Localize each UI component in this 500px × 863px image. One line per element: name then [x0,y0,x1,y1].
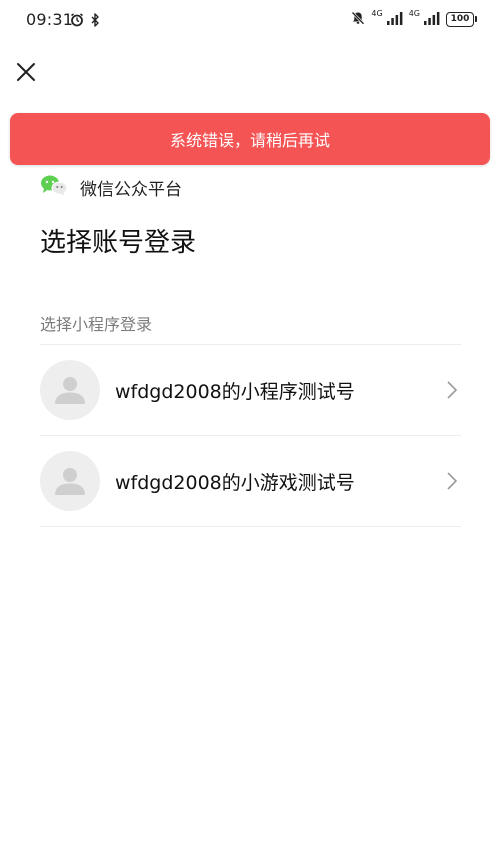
default-avatar-icon [55,377,85,404]
chevron-right-icon [445,380,459,400]
close-button[interactable] [12,58,40,86]
status-time: 09:31 [26,10,74,29]
account-item-miniprogram[interactable]: wfdgd2008的小程序测试号 [40,345,461,436]
mute-icon [351,10,365,29]
close-icon [17,63,35,81]
chevron-right-icon [445,471,459,491]
bluetooth-icon [90,12,100,31]
status-bar: 09:31 4G 4G 100 [0,0,500,40]
battery-level: 100 [450,14,470,24]
avatar [40,360,100,420]
account-name: wfdgd2008的小程序测试号 [115,380,355,403]
signal-icon [424,10,440,29]
avatar [40,451,100,511]
account-item-minigame[interactable]: wfdgd2008的小游戏测试号 [40,436,461,527]
error-toast: 系统错误，请稍后再试 [10,113,490,165]
page-title: 选择账号登录 [40,228,197,258]
network-label-1: 4G [371,9,383,18]
section-label: 选择小程序登录 [40,315,153,334]
signal-icon [386,10,403,29]
battery-icon: 100 [446,12,477,27]
platform-header: 微信公众平台 [40,174,182,201]
account-list: wfdgd2008的小程序测试号 wfdgd2008的小游戏测试号 [40,344,461,527]
wechat-icon [40,174,68,201]
platform-name: 微信公众平台 [80,180,182,200]
default-avatar-icon [55,468,85,495]
alarm-icon [70,12,84,31]
network-label-2: 4G [408,9,420,18]
account-name: wfdgd2008的小游戏测试号 [115,471,355,494]
error-message: 系统错误，请稍后再试 [169,131,330,150]
